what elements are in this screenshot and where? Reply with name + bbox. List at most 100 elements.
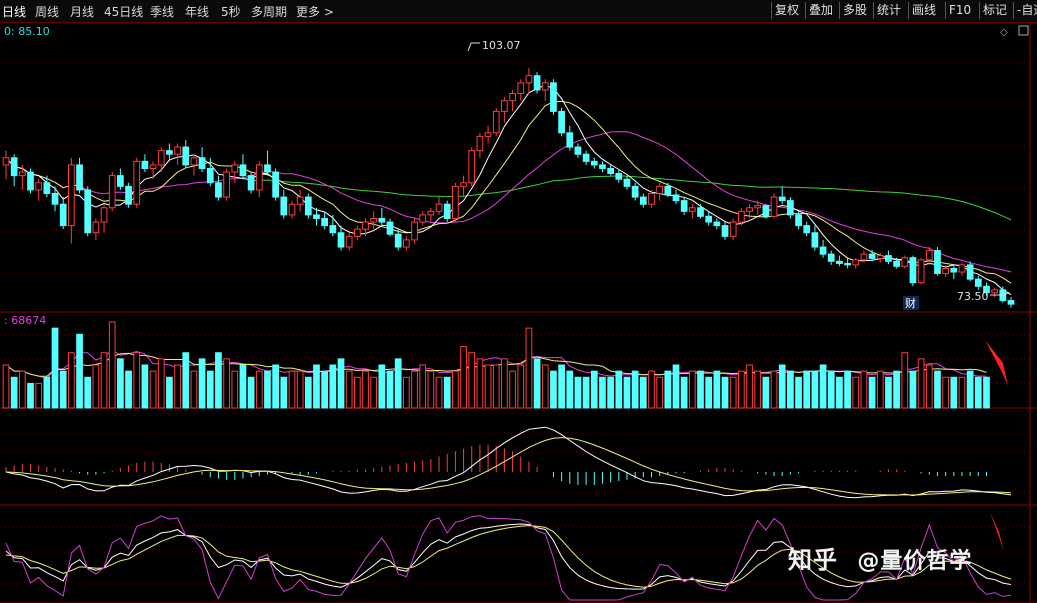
volume-bar [795, 376, 802, 409]
candle-body [239, 164, 247, 177]
volume-bar [492, 364, 500, 409]
financial-report-label: 财 [905, 296, 916, 310]
candle-body [18, 171, 26, 177]
high-price-label: 103.07 [482, 39, 521, 52]
multi-period-tab[interactable]: 多周期 [251, 3, 287, 20]
volume-bar [68, 352, 75, 409]
candle-body [893, 260, 900, 267]
candle-body [329, 225, 337, 234]
diamond-icon[interactable]: ◇ [1000, 27, 1008, 38]
volume-bar [599, 376, 606, 409]
f10-button[interactable]: F10 [945, 2, 974, 19]
candle-body [590, 160, 598, 166]
candle-body [313, 214, 320, 219]
volume-bar [623, 376, 631, 409]
candle-body [778, 196, 786, 202]
volume-bar [770, 370, 778, 409]
period-5sec-tab[interactable]: 5秒 [221, 3, 241, 20]
candle-body [231, 164, 239, 173]
macd-dea-line [5, 437, 1012, 496]
volume-bar [688, 370, 696, 409]
volume-bar [223, 358, 230, 409]
volume-bar [117, 358, 124, 409]
volume-bar [672, 364, 680, 409]
volume-bar [468, 352, 476, 409]
volume-bar [942, 376, 949, 409]
volume-bar [92, 364, 100, 409]
candle-body [974, 278, 982, 287]
candle-body [770, 196, 778, 217]
volume-bar [811, 370, 819, 409]
volume-bar [607, 376, 614, 409]
volume-bar [386, 370, 394, 409]
low-price-label: 73.50 [957, 290, 989, 303]
candle-body [876, 255, 884, 259]
volume-bar [51, 327, 59, 409]
mark-button[interactable]: 标记 [979, 2, 1010, 19]
candle-body [934, 250, 941, 274]
candle-body [991, 289, 999, 294]
candle-body [435, 203, 443, 212]
volume-bar [166, 376, 173, 409]
candle-body [492, 110, 500, 134]
candle-body [264, 164, 271, 173]
draw-line-button[interactable]: 画线 [908, 2, 939, 19]
overlay-button[interactable]: 叠加 [805, 2, 836, 19]
volume-bar [615, 370, 623, 409]
candle-body [255, 164, 263, 191]
restore-rights-button[interactable]: 复权 [771, 2, 802, 19]
volume-bar [868, 376, 876, 409]
candle-body [10, 157, 18, 177]
volume-bar [76, 333, 83, 409]
volume-bar [738, 370, 745, 409]
kline-chart[interactable]: 0: 85.10 ◇ 103.07 73.50 财 : 68674 [0, 22, 1037, 603]
candle-body [280, 196, 288, 216]
volume-bar [345, 370, 353, 409]
volume-bar [206, 370, 214, 409]
statistics-button[interactable]: 统计 [873, 2, 904, 19]
volume-bar [190, 370, 198, 409]
volume-bar [476, 358, 484, 409]
volume-bar [174, 364, 181, 409]
candle-body [656, 185, 664, 194]
period-week-tab[interactable]: 周线 [35, 3, 59, 20]
more-periods-menu[interactable]: 更多 > [296, 3, 334, 20]
candle-body [443, 203, 451, 219]
period-45day-tab[interactable]: 45日线 [104, 3, 143, 20]
volume-bar [917, 358, 925, 409]
candle-body [27, 171, 34, 191]
candle-body [84, 189, 92, 234]
period-day-tab[interactable]: 日线 [2, 3, 26, 20]
candle-body [688, 207, 696, 212]
candle-body [648, 192, 655, 205]
volume-bar [721, 376, 729, 409]
candle-body [917, 259, 925, 284]
candle-body [958, 264, 966, 273]
volume-bar [460, 346, 467, 409]
volume-bar [541, 364, 549, 409]
candle-body [599, 164, 606, 170]
volume-bar [378, 364, 386, 409]
candle-body [452, 185, 459, 219]
volume-bar [778, 364, 786, 409]
volume-bar [974, 376, 982, 409]
period-quarter-tab[interactable]: 季线 [150, 3, 174, 20]
volume-bar [329, 364, 337, 409]
watchlist-button[interactable]: -自选 [1013, 2, 1037, 19]
panel-toggle-icon[interactable] [1018, 25, 1029, 36]
candle-body [754, 205, 762, 209]
candle-body [729, 221, 737, 237]
candle-body [909, 257, 917, 284]
multi-stock-button[interactable]: 多股 [839, 2, 870, 19]
volume-bar [362, 370, 369, 409]
volume-bar [100, 352, 108, 409]
kdj-arrow-icon [990, 512, 1004, 552]
period-toolbar: 日线 周线 月线 45日线 季线 年线 5秒 多周期 更多 > 复权 叠加 多股… [0, 0, 1037, 23]
period-year-tab[interactable]: 年线 [185, 3, 209, 20]
volume-bar [550, 370, 557, 409]
volume-bar [558, 364, 565, 409]
candle-body [852, 259, 860, 266]
period-month-tab[interactable]: 月线 [70, 3, 94, 20]
volume-bar [762, 376, 770, 409]
candle-body [394, 233, 402, 248]
